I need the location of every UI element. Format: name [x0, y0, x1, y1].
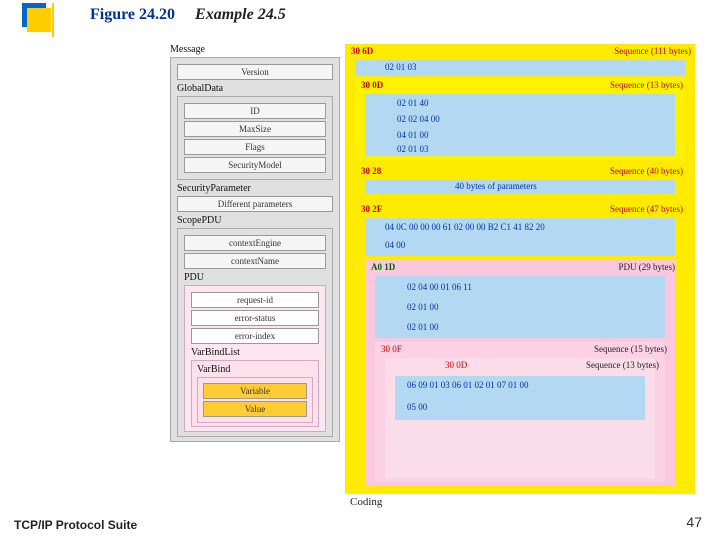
- hdr-securityparam: 30 28: [361, 166, 381, 176]
- val-contextname: 04 00: [385, 240, 405, 250]
- box-contextname: contextName: [184, 253, 326, 269]
- label-varbindlist: VarBindList: [191, 347, 319, 358]
- label-securityparam: SecurityParameter: [177, 183, 333, 194]
- box-variable: Variable: [203, 383, 307, 399]
- box-errorindex: error-index: [191, 328, 319, 344]
- hdr-scopepdu: 30 2F: [361, 204, 382, 214]
- box-requestid: request-id: [191, 292, 319, 308]
- box-id: ID: [184, 103, 326, 119]
- seq-varbind: Sequence (13 bytes): [586, 360, 659, 370]
- snmp-encoding-diagram: Message Version GlobalData ID MaxSize Fl…: [170, 44, 710, 494]
- hdr-globaldata: 30 0D: [361, 80, 383, 90]
- val-errorstatus: 02 01 00: [407, 302, 439, 312]
- val-requestid: 02 04 00 01 06 11: [407, 282, 472, 292]
- example-number: Example 24.5: [195, 6, 286, 23]
- val-securityparam: 40 bytes of parameters: [455, 181, 537, 191]
- val-variable: 06 09 01 03 06 01 02 01 07 01 00: [407, 380, 529, 390]
- label-message: Message: [170, 44, 340, 55]
- seq-message: Sequence (111 bytes): [614, 46, 691, 56]
- slide-title: Figure 24.20 Example 24.5: [90, 6, 286, 24]
- val-value: 05 00: [407, 402, 427, 412]
- label-pdu: PDU: [184, 272, 326, 283]
- val-maxsize: 02 02 04 00: [397, 114, 440, 124]
- seq-globaldata: Sequence (13 bytes): [610, 80, 683, 90]
- box-errorstatus: error-status: [191, 310, 319, 326]
- hdr-message: 30 6D: [351, 46, 373, 56]
- seq-securityparam: Sequence (40 bytes): [610, 166, 683, 176]
- seq-varbindlist: Sequence (15 bytes): [594, 344, 667, 354]
- label-coding: Coding: [350, 496, 382, 508]
- val-securitymodel: 02 01 03: [397, 144, 429, 154]
- val-version: 02 01 03: [385, 62, 417, 72]
- label-varbind: VarBind: [197, 364, 313, 375]
- label-scopepdu: ScopePDU: [177, 215, 333, 226]
- box-value: Value: [203, 401, 307, 417]
- hdr-varbindlist: 30 0F: [381, 344, 402, 354]
- val-id: 02 01 40: [397, 98, 429, 108]
- hdr-varbind: 30 0D: [445, 360, 467, 370]
- hdr-pdu: A0 1D: [371, 262, 395, 272]
- val-contextengine: 04 0C 00 00 00 61 02 00 00 B2 C1 41 82 2…: [385, 222, 545, 232]
- box-diffparams: Different parameters: [177, 196, 333, 212]
- seq-scopepdu: Sequence (47 bytes): [610, 204, 683, 214]
- box-securitymodel: SecurityModel: [184, 157, 326, 173]
- val-flags: 04 01 00: [397, 130, 429, 140]
- footer-text: TCP/IP Protocol Suite: [14, 518, 137, 532]
- val-errorindex: 02 01 00: [407, 322, 439, 332]
- slide-logo: [22, 3, 56, 37]
- figure-number: Figure 24.20: [90, 6, 175, 23]
- page-number: 47: [686, 514, 702, 530]
- seq-pdu: PDU (29 bytes): [619, 262, 676, 272]
- box-version: Version: [177, 64, 333, 80]
- box-flags: Flags: [184, 139, 326, 155]
- label-globaldata: GlobalData: [177, 83, 333, 94]
- box-maxsize: MaxSize: [184, 121, 326, 137]
- box-contextengine: contextEngine: [184, 235, 326, 251]
